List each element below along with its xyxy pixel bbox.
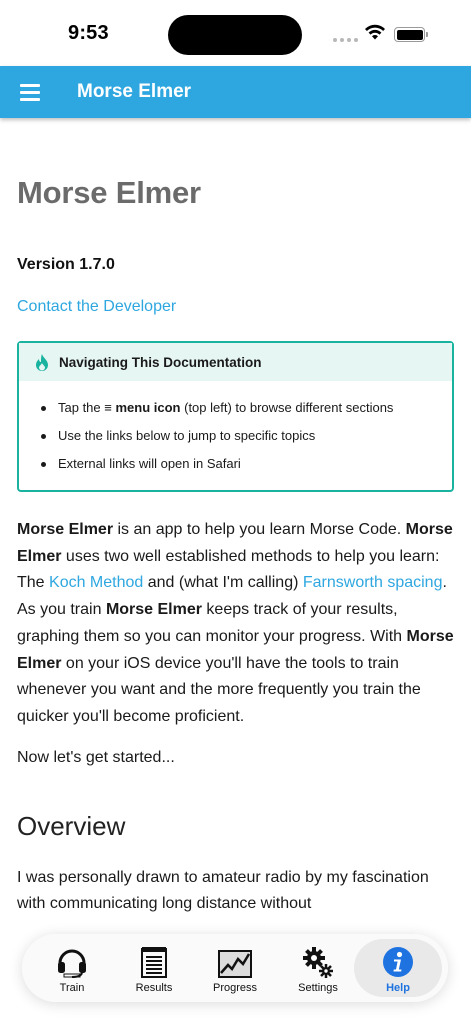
- chart-icon: [218, 950, 252, 978]
- version-label: Version 1.7.0: [17, 256, 115, 273]
- list-item: External links will open in Safari: [41, 450, 452, 478]
- navigation-tip-list: Tap the ≡ menu icon (top left) to browse…: [19, 381, 452, 490]
- info-icon: [383, 947, 413, 977]
- contact-developer-link[interactable]: Contact the Developer: [17, 298, 176, 316]
- tab-label: Help: [386, 982, 410, 994]
- tab-help[interactable]: Help: [354, 939, 442, 997]
- page-title: Morse Elmer: [17, 175, 201, 210]
- tab-label: Progress: [212, 982, 258, 994]
- navigation-tip-box: Navigating This Documentation Tap the ≡ …: [17, 341, 454, 492]
- flame-icon: [36, 353, 48, 371]
- hamburger-menu-icon[interactable]: [20, 82, 42, 102]
- status-bar: 9:53: [0, 0, 471, 66]
- status-time: 9:53: [68, 22, 109, 44]
- tab-label: Results: [135, 982, 173, 994]
- tab-label: Train: [59, 982, 85, 994]
- tab-train[interactable]: Train: [46, 934, 98, 1002]
- intro-paragraph: Morse Elmer is an app to help you learn …: [17, 521, 454, 725]
- menu-glyph: ≡: [104, 400, 112, 415]
- overview-paragraph: I was personally drawn to amateur radio …: [17, 868, 429, 913]
- wifi-icon: [365, 24, 385, 40]
- tab-bar: Train Results Progress Settings Help: [22, 934, 448, 1002]
- cellular-signal-icon: [333, 38, 358, 42]
- navigation-tip-title: Navigating This Documentation: [59, 354, 262, 370]
- list-item: Use the links below to jump to specific …: [41, 422, 452, 450]
- notepad-icon: [141, 947, 167, 978]
- list-item: Tap the ≡ menu icon (top left) to browse…: [41, 394, 452, 422]
- tab-progress[interactable]: Progress: [208, 934, 262, 1002]
- headset-icon: [58, 949, 86, 978]
- farnsworth-spacing-link[interactable]: Farnsworth spacing: [303, 574, 443, 591]
- get-started-text: Now let's get started...: [17, 748, 175, 766]
- help-content[interactable]: Morse Elmer Version 1.7.0 Contact the De…: [0, 118, 471, 918]
- tab-settings[interactable]: Settings: [292, 934, 344, 1002]
- tab-label: Settings: [298, 982, 338, 994]
- koch-method-link[interactable]: Koch Method: [49, 574, 143, 591]
- battery-icon: [394, 27, 428, 42]
- tab-results[interactable]: Results: [126, 934, 182, 1002]
- app-bar-title: Morse Elmer: [77, 81, 192, 102]
- navigation-tip-header: Navigating This Documentation: [19, 343, 452, 381]
- app-bar: Morse Elmer: [0, 66, 471, 118]
- dynamic-island: [168, 15, 302, 55]
- overview-heading: Overview: [17, 810, 126, 841]
- gears-icon: [303, 947, 333, 978]
